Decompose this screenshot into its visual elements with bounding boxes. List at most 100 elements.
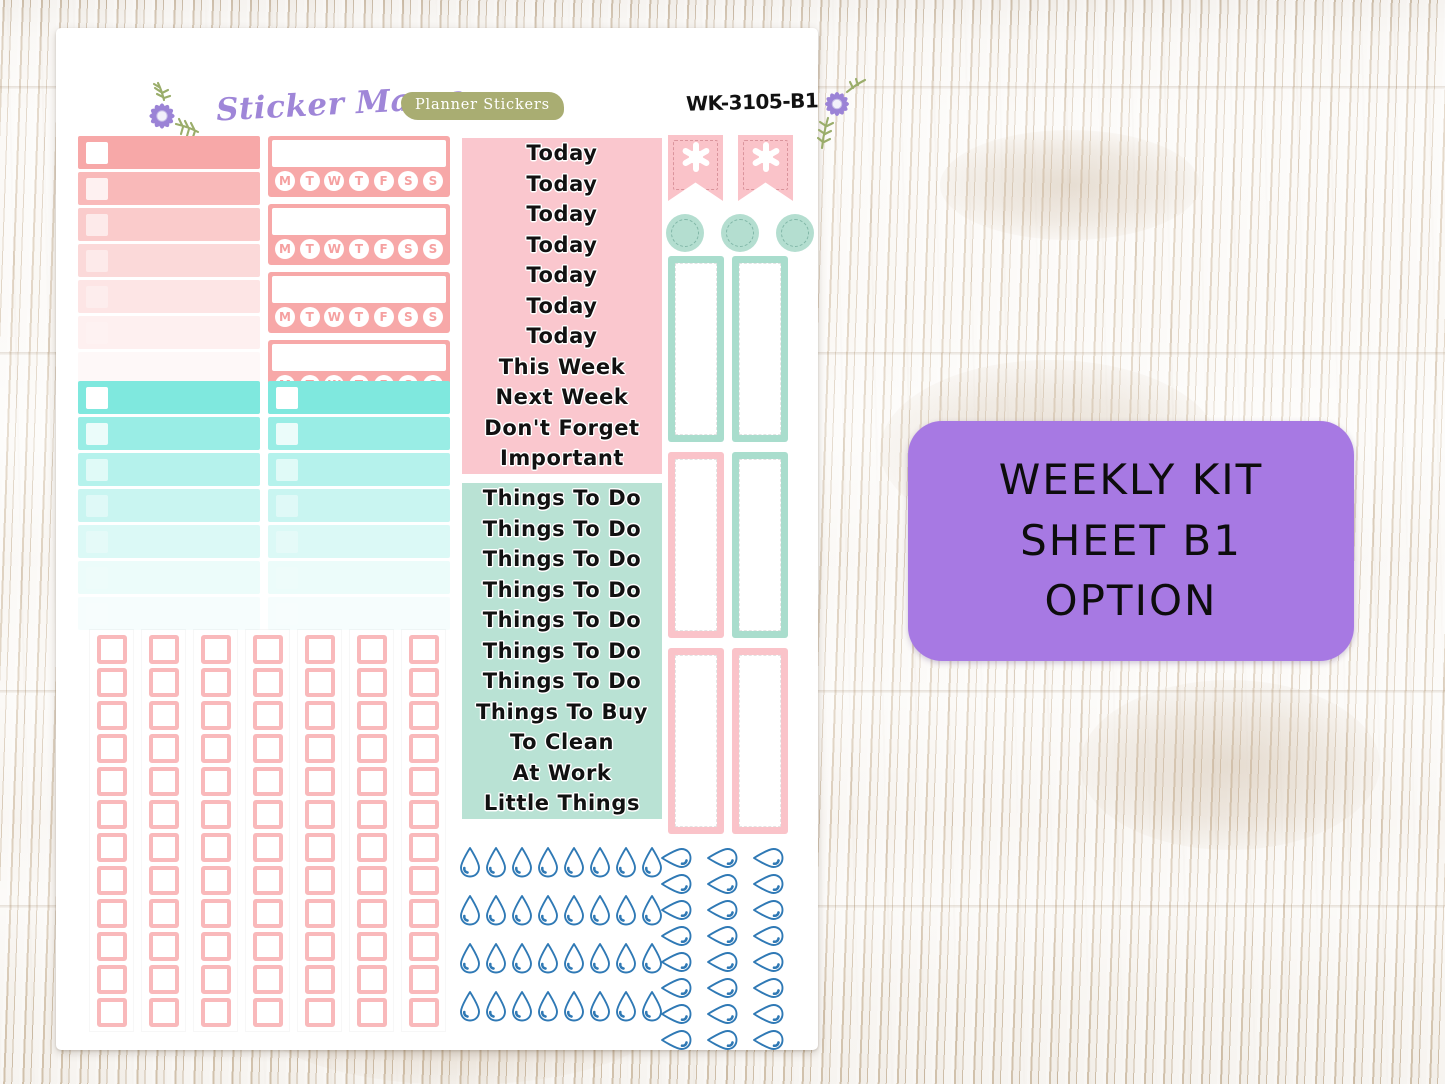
- checkbox-sticker[interactable]: [252, 767, 283, 796]
- checkbox-sticker[interactable]: [252, 866, 283, 895]
- habit-day-s[interactable]: S: [422, 307, 443, 327]
- habit-day-w[interactable]: W: [324, 307, 345, 327]
- pink-label-sticker[interactable]: Next Week: [462, 382, 662, 413]
- checkbox-sticker[interactable]: [200, 734, 231, 763]
- rotated-water-droplet-sticker[interactable]: [660, 1028, 692, 1052]
- habit-day-f[interactable]: F: [373, 239, 394, 259]
- water-drop-icon[interactable]: [562, 894, 586, 926]
- pink-label-sticker[interactable]: Today: [462, 321, 662, 352]
- water-drop-icon[interactable]: [562, 990, 586, 1022]
- pink-checkbox-bar[interactable]: [78, 172, 260, 205]
- mint-checkbox-bar[interactable]: [268, 381, 450, 414]
- checkbox-sticker[interactable]: [96, 998, 127, 1027]
- water-droplet-sticker[interactable]: [484, 846, 508, 878]
- mint-checkbox-bar[interactable]: [78, 453, 260, 486]
- checkbox-sticker[interactable]: [200, 668, 231, 697]
- checkbox-sticker[interactable]: [252, 998, 283, 1027]
- checkbox-sticker[interactable]: [200, 932, 231, 961]
- checkbox-sticker[interactable]: [200, 701, 231, 730]
- rotated-water-droplet-sticker[interactable]: [660, 846, 692, 870]
- checkbox[interactable]: [86, 530, 108, 553]
- rotated-water-droplet-sticker[interactable]: [660, 898, 692, 922]
- checkbox-sticker[interactable]: [408, 635, 439, 664]
- checkbox-sticker[interactable]: [96, 932, 127, 961]
- rotated-water-droplet-sticker[interactable]: [660, 1002, 692, 1026]
- water-drop-icon[interactable]: [706, 1002, 738, 1026]
- checkbox-sticker[interactable]: [96, 635, 127, 664]
- water-droplet-sticker[interactable]: [614, 990, 638, 1022]
- checkbox-sticker[interactable]: [148, 635, 179, 664]
- mint-label-sticker[interactable]: Things To Buy: [462, 696, 662, 727]
- water-droplet-sticker[interactable]: [458, 990, 482, 1022]
- mint-label-sticker[interactable]: Things To Do: [462, 483, 662, 514]
- frame-writing-area[interactable]: [739, 655, 781, 827]
- water-drop-icon[interactable]: [752, 924, 784, 948]
- checkbox-sticker[interactable]: [408, 800, 439, 829]
- checkbox[interactable]: [86, 213, 108, 236]
- checkbox-sticker[interactable]: [96, 767, 127, 796]
- water-drop-icon[interactable]: [588, 894, 612, 926]
- checkbox-sticker[interactable]: [96, 668, 127, 697]
- checkbox-sticker[interactable]: [304, 734, 335, 763]
- water-drop-icon[interactable]: [706, 872, 738, 896]
- water-drop-icon[interactable]: [562, 846, 586, 878]
- habit-day-s[interactable]: S: [398, 239, 419, 259]
- pink-checkbox-bar[interactable]: [78, 280, 260, 313]
- water-drop-icon[interactable]: [706, 1028, 738, 1052]
- checkbox[interactable]: [86, 285, 108, 308]
- rotated-water-droplet-sticker[interactable]: [752, 950, 784, 974]
- pink-label-sticker[interactable]: Today: [462, 290, 662, 321]
- checkbox-sticker[interactable]: [200, 965, 231, 994]
- frame-writing-area[interactable]: [675, 459, 717, 631]
- water-drop-icon[interactable]: [484, 942, 508, 974]
- rotated-water-droplet-sticker[interactable]: [706, 1002, 738, 1026]
- water-drop-icon[interactable]: [660, 846, 692, 870]
- habit-title-field[interactable]: [272, 344, 446, 371]
- checkbox-sticker[interactable]: [408, 668, 439, 697]
- checkbox[interactable]: [276, 422, 298, 445]
- water-droplet-sticker[interactable]: [562, 990, 586, 1022]
- mint-label-sticker[interactable]: Things To Do: [462, 666, 662, 697]
- checkbox[interactable]: [86, 177, 108, 200]
- mint-label-sticker[interactable]: Things To Do: [462, 544, 662, 575]
- habit-day-t[interactable]: T: [348, 239, 369, 259]
- pink-label-sticker[interactable]: Important: [462, 443, 662, 474]
- pink-label-sticker[interactable]: This Week: [462, 351, 662, 382]
- frame-writing-area[interactable]: [739, 263, 781, 435]
- water-drop-icon[interactable]: [752, 1002, 784, 1026]
- checkbox-sticker[interactable]: [408, 932, 439, 961]
- pink-label-sticker[interactable]: Today: [462, 199, 662, 230]
- pink-tall-frame-sticker[interactable]: [668, 452, 724, 638]
- water-droplet-sticker[interactable]: [458, 894, 482, 926]
- habit-day-m[interactable]: M: [275, 307, 295, 327]
- checkbox[interactable]: [276, 494, 298, 517]
- rotated-water-droplet-sticker[interactable]: [706, 898, 738, 922]
- checkbox[interactable]: [86, 422, 108, 445]
- mint-checkbox-bar[interactable]: [268, 597, 450, 630]
- mint-label-sticker[interactable]: Things To Do: [462, 574, 662, 605]
- checkbox[interactable]: [276, 602, 298, 625]
- checkbox-sticker[interactable]: [304, 833, 335, 862]
- checkbox-sticker[interactable]: [200, 866, 231, 895]
- mint-checkbox-bar[interactable]: [78, 489, 260, 522]
- water-drop-icon[interactable]: [510, 894, 534, 926]
- checkbox[interactable]: [86, 494, 108, 517]
- checkbox-sticker[interactable]: [356, 701, 387, 730]
- mint-label-sticker[interactable]: Things To Do: [462, 513, 662, 544]
- checkbox-sticker[interactable]: [252, 899, 283, 928]
- water-droplet-sticker[interactable]: [562, 942, 586, 974]
- water-droplet-sticker[interactable]: [614, 846, 638, 878]
- habit-title-field[interactable]: [272, 140, 446, 167]
- checkbox-sticker[interactable]: [252, 668, 283, 697]
- water-drop-icon[interactable]: [588, 846, 612, 878]
- water-drop-icon[interactable]: [458, 990, 482, 1022]
- habit-day-s[interactable]: S: [422, 171, 443, 191]
- checkbox[interactable]: [86, 566, 108, 589]
- water-drop-icon[interactable]: [660, 898, 692, 922]
- water-droplet-sticker[interactable]: [562, 894, 586, 926]
- mint-checkbox-bar[interactable]: [268, 525, 450, 558]
- rotated-water-droplet-sticker[interactable]: [660, 924, 692, 948]
- frame-writing-area[interactable]: [675, 263, 717, 435]
- water-drop-icon[interactable]: [660, 924, 692, 948]
- checkbox-sticker[interactable]: [148, 668, 179, 697]
